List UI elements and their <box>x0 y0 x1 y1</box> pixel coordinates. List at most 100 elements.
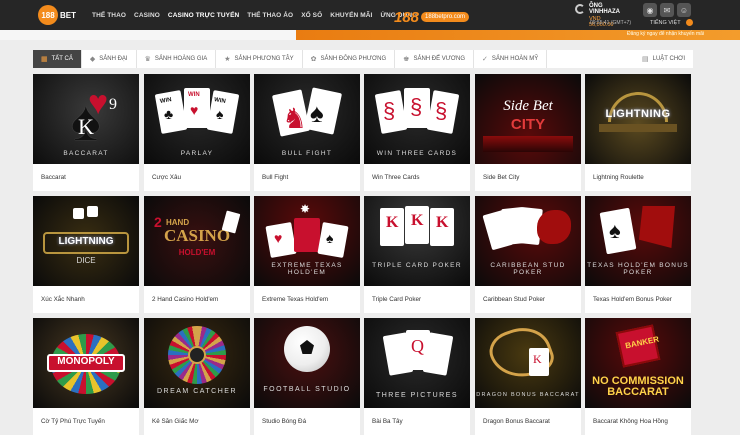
notification-badge[interactable] <box>686 19 693 26</box>
promo-banner[interactable]: 188 188betpro.com <box>394 6 470 28</box>
filter-eastern-hall[interactable]: ✿ SẢNH ĐÔNG PHƯƠNG <box>303 50 396 68</box>
filter-label: SẢNH HOÀNG GIA <box>154 56 208 62</box>
thumbnail-art: CITY <box>510 116 546 133</box>
game-tile[interactable]: DREAM CATCHER Kẻ Săn Giấc Mơ <box>144 318 250 435</box>
game-title[interactable]: Bài Ba Tây <box>364 408 470 435</box>
game-thumbnail[interactable]: K K K TRIPLE CARD POKER <box>364 196 470 286</box>
game-tile[interactable]: ♞ ♠ BULL FIGHT Bull Fight <box>254 74 360 191</box>
thumbnail-art: K <box>386 214 399 231</box>
game-tile[interactable]: 2 HAND CASINO HOLD'EM 2 Hand Casino Hold… <box>144 196 250 313</box>
game-title[interactable]: Triple Card Poker <box>364 286 470 313</box>
game-title[interactable]: Baccarat Không Hoa Hồng <box>585 408 691 435</box>
thumbnail-art <box>483 136 573 152</box>
thumbnail-title: TRIPLE CARD POKER <box>372 262 462 269</box>
game-thumbnail[interactable]: LIGHTNING DICE <box>33 196 139 286</box>
game-tile[interactable]: ♠ ♥ K 9 BACCARAT Baccarat <box>33 74 139 191</box>
game-thumbnail[interactable]: Q THREE PICTURES <box>364 318 470 408</box>
grid-icon: ▦ <box>41 56 48 63</box>
rules-button[interactable]: ▤ LUẬT CHƠI <box>634 50 693 68</box>
nav-casino[interactable]: CASINO <box>134 12 160 19</box>
game-thumbnail[interactable]: CARIBBEAN STUD POKER <box>475 196 581 286</box>
game-tile[interactable]: MONOPOLY Cờ Tỷ Phú Trực Tuyến <box>33 318 139 435</box>
game-thumbnail[interactable]: § § § WIN THREE CARDS <box>364 74 470 164</box>
game-thumbnail[interactable]: DREAM CATCHER <box>144 318 250 408</box>
user-name: ÔNG VINHHAZA <box>589 3 620 15</box>
game-title[interactable]: Kẻ Săn Giấc Mơ <box>144 408 250 435</box>
game-tile[interactable]: K K K TRIPLE CARD POKER Triple Card Poker <box>364 196 470 313</box>
game-tile[interactable]: ♠ TEXAS HOLD'EM BONUS POKER Texas Hold'em… <box>585 196 691 313</box>
filter-label: TẤT CẢ <box>51 56 73 62</box>
thumbnail-art: LIGHTNING <box>605 108 671 120</box>
thumbnail-art <box>188 346 206 364</box>
game-tile[interactable]: WIN WIN WIN ♣ ♥ ♠ PARLAY Cược Xâu <box>144 74 250 191</box>
game-thumbnail[interactable]: ♠ ♥ K 9 BACCARAT <box>33 74 139 164</box>
filter-western-hall[interactable]: ★ SẢNH PHƯƠNG TÂY <box>216 50 303 68</box>
game-tile[interactable]: BANKER NO COMMISSION BACCARAT Baccarat Khô… <box>585 318 691 435</box>
account-icon[interactable]: ☺ <box>677 3 691 17</box>
game-tile[interactable]: ✸ ♥ ♠ EXTREME TEXAS HOLD'EM Extreme Texas … <box>254 196 360 313</box>
game-thumbnail[interactable]: K DRAGON BONUS BACCARAT <box>475 318 581 408</box>
thumbnail-title: CARIBBEAN STUD POKER <box>490 262 566 276</box>
language-select[interactable]: TIẾNG VIỆT <box>650 20 681 26</box>
nav-lottery[interactable]: XỔ SỐ <box>301 12 322 19</box>
thumbnail-title: DREAM CATCHER <box>156 388 238 395</box>
game-thumbnail[interactable]: WIN WIN WIN ♣ ♥ ♠ PARLAY <box>144 74 250 164</box>
game-title[interactable]: Win Three Cards <box>364 164 470 191</box>
game-tile[interactable]: FOOTBALL STUDIO Studio Bóng Đá <box>254 318 360 435</box>
thumbnail-art <box>87 206 98 217</box>
game-title[interactable]: Xúc Xắc Nhanh <box>33 286 139 313</box>
game-thumbnail[interactable]: 2 HAND CASINO HOLD'EM <box>144 196 250 286</box>
game-title[interactable]: Caribbean Stud Poker <box>475 286 581 313</box>
deposit-icon[interactable]: ◉ <box>643 3 657 17</box>
game-title[interactable]: Side Bet City <box>475 164 581 191</box>
star-icon: ★ <box>224 56 231 63</box>
game-thumbnail[interactable]: ✸ ♥ ♠ EXTREME TEXAS HOLD'EM <box>254 196 360 286</box>
header-icons: ◉ ✉ ☺ <box>643 3 694 17</box>
nav-virtual-sports[interactable]: THỂ THAO ẢO <box>247 12 293 19</box>
game-thumbnail[interactable]: Side Bet CITY <box>475 74 581 164</box>
thumbnail-art: ♠ <box>609 218 621 243</box>
game-thumbnail[interactable]: MONOPOLY <box>33 318 139 408</box>
game-title[interactable]: Lightning Roulette <box>585 164 691 191</box>
game-thumbnail[interactable]: BANKER NO COMMISSION BACCARAT <box>585 318 691 408</box>
game-thumbnail[interactable]: ♞ ♠ BULL FIGHT <box>254 74 360 164</box>
category-filter-bar: ▦ TẤT CẢ ◆ SẢNH ĐẠI ♛ SẢNH HOÀNG GIA ★ SẢNH … <box>33 50 693 68</box>
game-title[interactable]: Cược Xâu <box>144 164 250 191</box>
game-thumbnail[interactable]: LIGHTNING <box>585 74 691 164</box>
game-title[interactable]: Studio Bóng Đá <box>254 408 360 435</box>
thumbnail-art: WIN <box>188 92 200 98</box>
game-title[interactable]: Extreme Texas Hold'em <box>254 286 360 313</box>
game-tile[interactable]: LIGHTNING DICE Xúc Xắc Nhanh <box>33 196 139 313</box>
game-title[interactable]: Bull Fight <box>254 164 360 191</box>
filter-emperor-hall[interactable]: ♚ SẢNH ĐẾ VƯƠNG <box>395 50 475 68</box>
game-tile[interactable]: LIGHTNING Lightning Roulette <box>585 74 691 191</box>
filter-all[interactable]: ▦ TẤT CẢ <box>33 50 82 68</box>
filter-grand-hall[interactable]: ◆ SẢNH ĐẠI <box>82 50 137 68</box>
game-tile[interactable]: Q THREE PICTURES Bài Ba Tây <box>364 318 470 435</box>
game-thumbnail[interactable]: ♠ TEXAS HOLD'EM BONUS POKER <box>585 196 691 286</box>
game-title[interactable]: Dragon Bonus Baccarat <box>475 408 581 435</box>
game-title[interactable]: Texas Hold'em Bonus Poker <box>585 286 691 313</box>
game-tile[interactable]: K DRAGON BONUS BACCARAT Dragon Bonus Bacca… <box>475 318 581 435</box>
thumbnail-art: Side Bet <box>503 98 553 114</box>
game-tile[interactable]: § § § WIN THREE CARDS Win Three Cards <box>364 74 470 191</box>
game-tile[interactable]: Side Bet CITY Side Bet City <box>475 74 581 191</box>
game-title[interactable]: Cờ Tỷ Phú Trực Tuyến <box>33 408 139 435</box>
filter-label: SẢNH ĐÔNG PHƯƠNG <box>320 56 387 62</box>
game-title[interactable]: 2 Hand Casino Hold'em <box>144 286 250 313</box>
thumbnail-art: § <box>383 98 396 123</box>
game-tile[interactable]: CARIBBEAN STUD POKER Caribbean Stud Poker <box>475 196 581 313</box>
main-nav: THỂ THAO CASINO CASINO TRỰC TUYẾN THỂ TH… <box>92 12 425 19</box>
rules-label: LUẬT CHƠI <box>652 56 685 62</box>
game-thumbnail[interactable]: FOOTBALL STUDIO <box>254 318 360 408</box>
site-logo[interactable]: 188 BET <box>38 4 76 26</box>
nav-live-casino[interactable]: CASINO TRỰC TUYẾN <box>168 12 239 19</box>
filter-perfect-hall[interactable]: ✓ SẢNH HOÀN MỸ <box>474 50 548 68</box>
game-title[interactable]: Baccarat <box>33 164 139 191</box>
thumbnail-art: HOLD'EM <box>178 248 216 257</box>
nav-sports[interactable]: THỂ THAO <box>92 12 126 19</box>
filter-royal-hall[interactable]: ♛ SẢNH HOÀNG GIA <box>137 50 217 68</box>
nav-promotions[interactable]: KHUYẾN MÃI <box>330 12 372 19</box>
thumbnail-art <box>294 218 320 252</box>
mail-icon[interactable]: ✉ <box>660 3 674 17</box>
